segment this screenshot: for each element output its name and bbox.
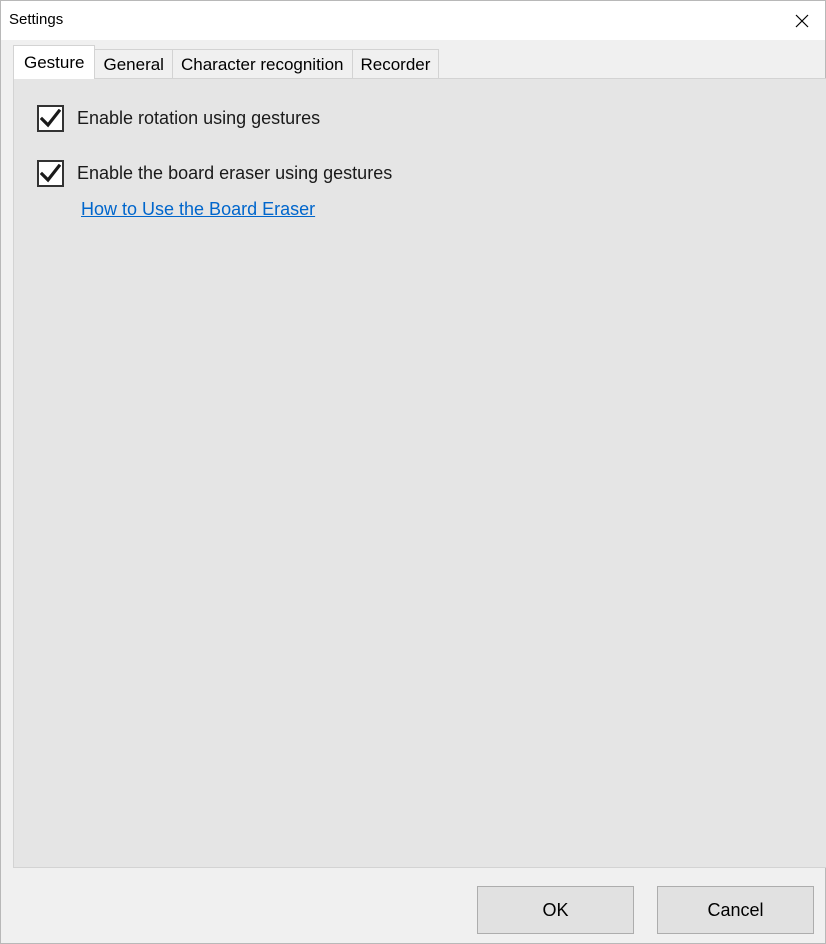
tab-general[interactable]: General (94, 49, 173, 79)
close-icon (795, 14, 809, 27)
rotation-gesture-label: Enable rotation using gestures (77, 108, 321, 128)
ok-button[interactable]: OK (477, 886, 634, 934)
gesture-tab-panel: Enable rotation using gestures Enable th… (13, 78, 826, 868)
tab-character-recognition[interactable]: Character recognition (171, 49, 353, 79)
eraser-gesture-checkbox[interactable] (37, 160, 64, 187)
rotation-gesture-option[interactable]: Enable rotation using gestures (37, 105, 320, 132)
tab-gesture[interactable]: Gesture (13, 45, 96, 79)
eraser-gesture-option[interactable]: Enable the board eraser using gestures (37, 160, 392, 187)
settings-dialog: Settings Gesture General Character recog… (0, 0, 826, 944)
checkmark-icon (40, 109, 61, 128)
tab-recorder[interactable]: Recorder (351, 49, 440, 79)
window-title: Settings (9, 11, 64, 28)
rotation-gesture-checkbox[interactable] (37, 105, 64, 132)
board-eraser-help-link[interactable]: How to Use the Board Eraser (81, 199, 315, 220)
close-button[interactable] (779, 1, 825, 40)
tab-strip: Gesture General Character recognition Re… (13, 45, 440, 79)
eraser-gesture-label: Enable the board eraser using gestures (77, 163, 393, 183)
cancel-button[interactable]: Cancel (657, 886, 814, 934)
title-bar: Settings (1, 1, 825, 40)
checkmark-icon (40, 164, 61, 183)
